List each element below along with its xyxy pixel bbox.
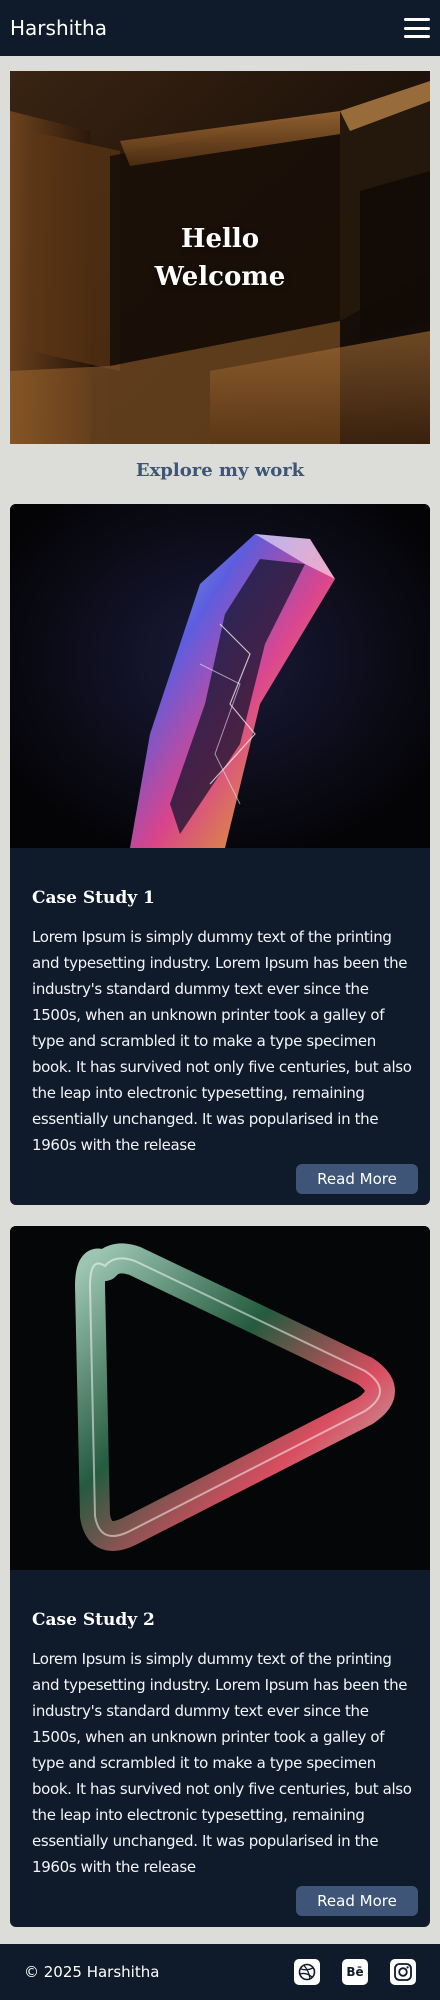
case-study-1-text: Lorem Ipsum is simply dummy text of the … xyxy=(32,928,412,1154)
case-study-2-card: Case Study 2 Lorem Ipsum is simply dummy… xyxy=(10,1570,430,1927)
case-study-1-card: Case Study 1 Lorem Ipsum is simply dummy… xyxy=(10,848,430,1205)
behance-icon[interactable]: Bē xyxy=(342,1959,368,1985)
case-study-1-title: Case Study 1 xyxy=(32,888,155,908)
case-study-1-read-more-button[interactable]: Read More xyxy=(296,1164,418,1194)
case-study-2-title: Case Study 2 xyxy=(32,1610,155,1630)
case-study-2-text: Lorem Ipsum is simply dummy text of the … xyxy=(32,1650,412,1876)
brand-name[interactable]: Harshitha xyxy=(10,16,107,40)
hero-line-1: Hello xyxy=(180,223,260,254)
social-links: Bē xyxy=(294,1959,416,1985)
case-study-1-image[interactable] xyxy=(10,504,430,848)
hero-banner: Hello Welcome xyxy=(10,71,430,444)
site-footer: © 2025 Harshitha Bē xyxy=(0,1944,440,2000)
case-study-2-read-more-button[interactable]: Read More xyxy=(296,1886,418,1916)
behance-glyph: Bē xyxy=(346,1965,364,1979)
dribbble-icon[interactable] xyxy=(294,1959,320,1985)
copyright-text: © 2025 Harshitha xyxy=(24,1963,160,1981)
hero-line-2: Welcome xyxy=(154,261,286,292)
hamburger-menu-icon[interactable] xyxy=(404,18,430,38)
hero-greeting: Hello Welcome xyxy=(10,71,430,444)
instagram-icon[interactable] xyxy=(390,1959,416,1985)
explore-heading: Explore my work xyxy=(135,460,305,481)
case-study-2-image[interactable] xyxy=(10,1226,430,1570)
site-header: Harshitha xyxy=(0,0,440,56)
